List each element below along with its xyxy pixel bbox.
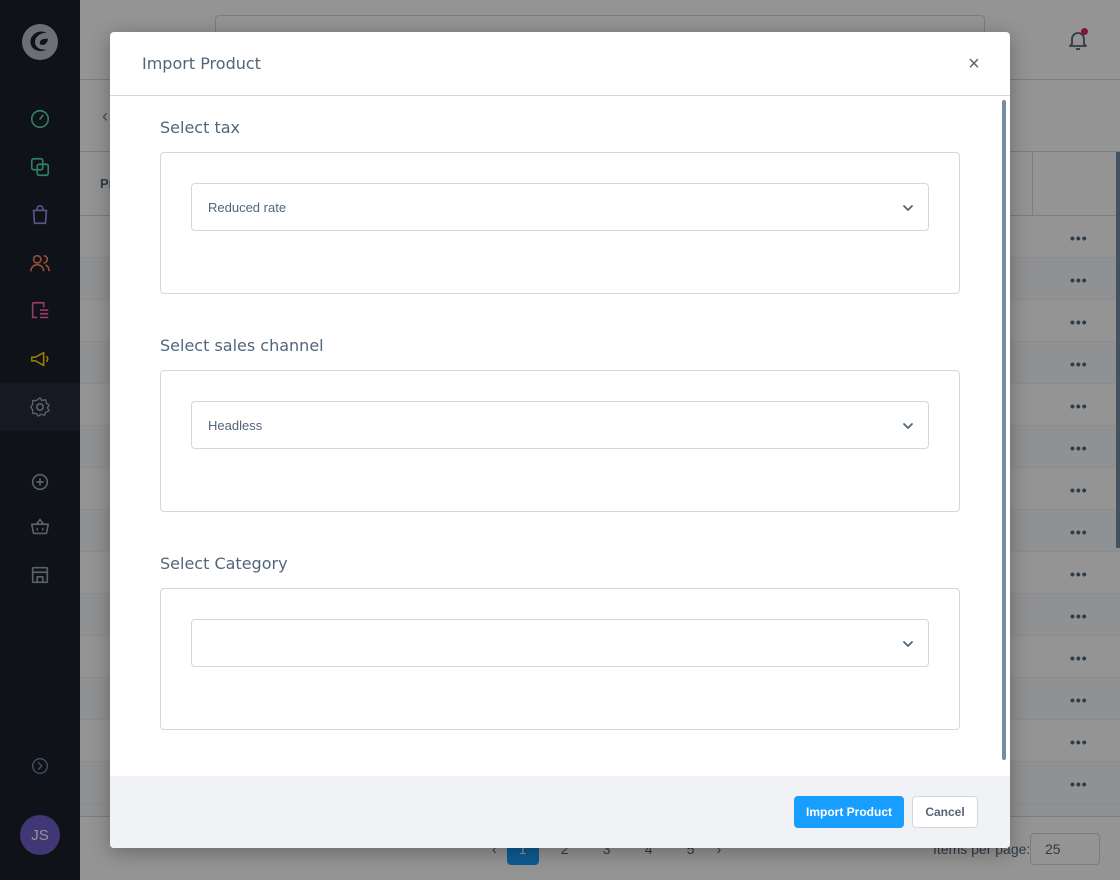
modal-title: Import Product [142, 54, 261, 73]
close-icon[interactable]: × [962, 52, 986, 76]
chevron-down-icon [903, 641, 913, 647]
tax-card: Reduced rate [160, 152, 960, 294]
modal-scrollbar[interactable] [1002, 100, 1006, 760]
modal-body: Select tax Reduced rate Select sales cha… [110, 96, 1010, 776]
sales-channel-select-value: Headless [208, 418, 263, 433]
category-card [160, 588, 960, 730]
tax-select[interactable]: Reduced rate [191, 183, 929, 231]
modal-header: Import Product × [110, 32, 1010, 96]
modal-footer: Import Product Cancel [110, 776, 1010, 848]
category-section-label: Select Category [160, 554, 288, 573]
category-select[interactable] [191, 619, 929, 667]
cancel-button[interactable]: Cancel [912, 796, 978, 828]
sales-channel-select[interactable]: Headless [191, 401, 929, 449]
tax-select-value: Reduced rate [208, 200, 287, 215]
sales-channel-card: Headless [160, 370, 960, 512]
chevron-down-icon [903, 205, 913, 211]
import-product-button[interactable]: Import Product [794, 796, 904, 828]
chevron-down-icon [903, 423, 913, 429]
tax-section-label: Select tax [160, 118, 240, 137]
import-product-modal: Import Product × Select tax Reduced rate… [110, 32, 1010, 848]
sales-channel-section-label: Select sales channel [160, 336, 324, 355]
